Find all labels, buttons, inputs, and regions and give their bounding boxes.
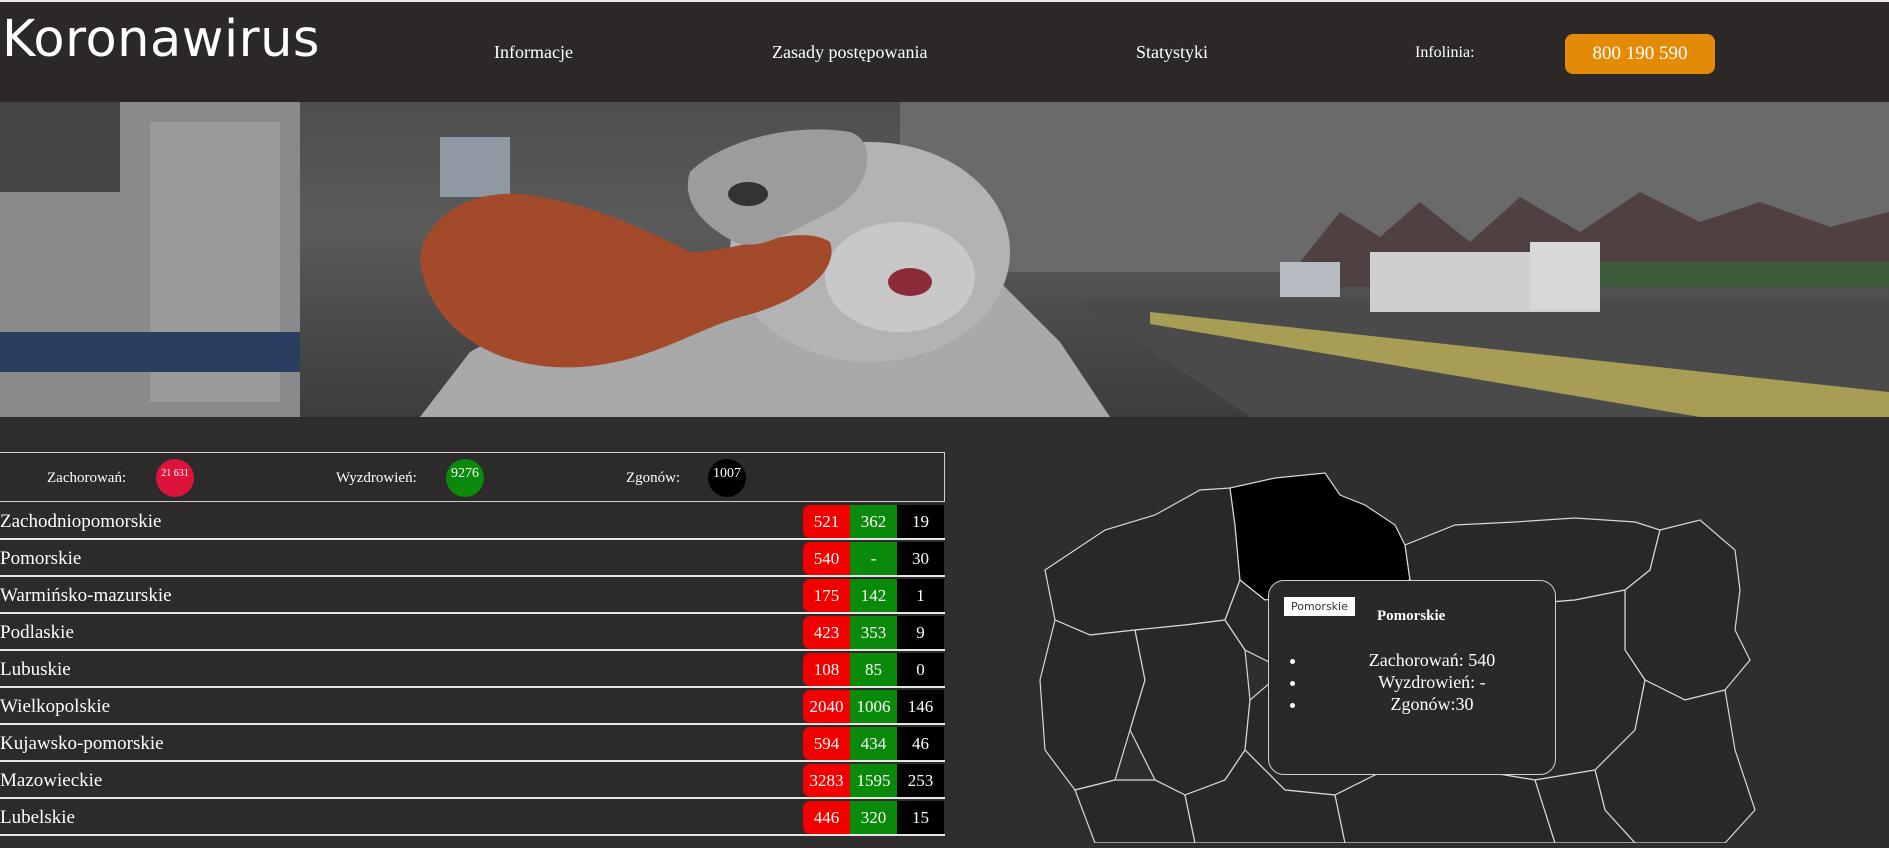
deaths-cell: 30 bbox=[897, 542, 944, 575]
table-row[interactable]: Kujawsko-pomorskie 594 434 46 bbox=[0, 725, 945, 762]
region-name: Warmińsko-mazurskie bbox=[0, 585, 172, 606]
recovered-cell: 142 bbox=[850, 579, 897, 612]
deaths-cell: 0 bbox=[897, 653, 944, 686]
site-logo-text[interactable]: Koronawirus bbox=[2, 10, 320, 69]
region-name: Kujawsko-pomorskie bbox=[0, 733, 164, 754]
recovered-cell: 362 bbox=[850, 505, 897, 538]
table-row[interactable]: Wielkopolskie 2040 1006 146 bbox=[0, 688, 945, 725]
deaths-cell: 19 bbox=[897, 505, 944, 538]
regions-table: Zachodniopomorskie 521 362 19 Pomorskie … bbox=[0, 503, 945, 836]
infected-cell: 175 bbox=[803, 579, 850, 612]
region-name: Mazowieckie bbox=[0, 770, 103, 791]
deaths-label: Zgonów: bbox=[626, 470, 681, 486]
infected-cell: 594 bbox=[803, 727, 850, 760]
region-name: Podlaskie bbox=[0, 622, 74, 643]
infected-cell: 2040 bbox=[803, 690, 850, 723]
table-row[interactable]: Zachodniopomorskie 521 362 19 bbox=[0, 503, 945, 540]
region-name: Lubelskie bbox=[0, 807, 75, 828]
region-name: Wielkopolskie bbox=[0, 696, 111, 717]
deaths-count-badge: 1007 bbox=[708, 459, 746, 497]
table-row[interactable]: Warmińsko-mazurskie 175 142 1 bbox=[0, 577, 945, 614]
region-name: Lubuskie bbox=[0, 659, 71, 680]
nav-statystyki[interactable]: Statystyki bbox=[1136, 42, 1208, 63]
region-name: Zachodniopomorskie bbox=[0, 511, 162, 532]
recovered-cell: 1006 bbox=[850, 690, 897, 723]
nav-zasady[interactable]: Zasady postępowania bbox=[772, 42, 927, 63]
tooltip-recovered: Wyzdrowień: - bbox=[1307, 671, 1557, 693]
tooltip-deaths: Zgonów:30 bbox=[1307, 693, 1557, 715]
infected-cell: 446 bbox=[803, 801, 850, 834]
deaths-cell: 46 bbox=[897, 727, 944, 760]
tooltip-tag: Pomorskie bbox=[1284, 597, 1355, 616]
recovered-cell: 353 bbox=[850, 616, 897, 649]
recovered-count-badge: 9276 bbox=[446, 459, 484, 497]
tooltip-stats-list: Zachorowań: 540 Wyzdrowień: - Zgonów:30 bbox=[1289, 649, 1557, 715]
tooltip-title: Pomorskie bbox=[1377, 608, 1446, 624]
region-lubuskie[interactable] bbox=[1039, 619, 1146, 791]
infected-cell: 108 bbox=[803, 653, 850, 686]
recovered-label: Wyzdrowień: bbox=[336, 470, 417, 486]
region-zachodniopomorskie[interactable] bbox=[1044, 487, 1241, 636]
table-row[interactable]: Pomorskie 540 - 30 bbox=[0, 540, 945, 577]
recovered-cell: 434 bbox=[850, 727, 897, 760]
deaths-cell: 253 bbox=[897, 764, 944, 797]
recovered-cell: - bbox=[850, 542, 897, 575]
site-header: Koronawirus Informacje Zasady postępowan… bbox=[0, 2, 1889, 102]
infected-label: Zachorowań: bbox=[47, 470, 127, 486]
tooltip-infected: Zachorowań: 540 bbox=[1307, 649, 1557, 671]
infected-cell: 521 bbox=[803, 505, 850, 538]
region-name: Pomorskie bbox=[0, 548, 82, 569]
table-row[interactable]: Lubuskie 108 85 0 bbox=[0, 651, 945, 688]
infected-cell: 423 bbox=[803, 616, 850, 649]
deaths-cell: 9 bbox=[897, 616, 944, 649]
recovered-cell: 85 bbox=[850, 653, 897, 686]
hotline-button[interactable]: 800 190 590 bbox=[1565, 34, 1715, 74]
infected-cell: 540 bbox=[803, 542, 850, 575]
deaths-cell: 15 bbox=[897, 801, 944, 834]
nav-informacje[interactable]: Informacje bbox=[494, 42, 573, 63]
hero-image bbox=[0, 102, 1889, 417]
recovered-cell: 1595 bbox=[850, 764, 897, 797]
stats-summary: Zachorowań: 21 631 Wyzdrowień: 9276 Zgon… bbox=[0, 452, 945, 502]
deaths-cell: 146 bbox=[897, 690, 944, 723]
infected-count-badge: 21 631 bbox=[156, 459, 194, 497]
region-tooltip: Pomorskie Pomorskie Zachorowań: 540 Wyzd… bbox=[1268, 580, 1556, 775]
recovered-cell: 320 bbox=[850, 801, 897, 834]
table-row[interactable]: Lubelskie 446 320 15 bbox=[0, 799, 945, 836]
table-row[interactable]: Podlaskie 423 353 9 bbox=[0, 614, 945, 651]
infected-cell: 3283 bbox=[803, 764, 850, 797]
hotline-label: Infolinia: bbox=[1415, 44, 1475, 61]
table-row[interactable]: Mazowieckie 3283 1595 253 bbox=[0, 762, 945, 799]
deaths-cell: 1 bbox=[897, 579, 944, 612]
